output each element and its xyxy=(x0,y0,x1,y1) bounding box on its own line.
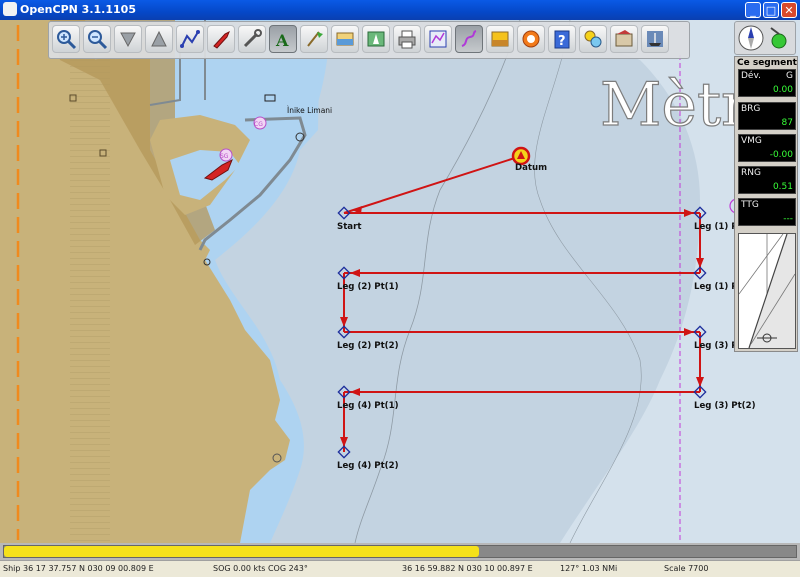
dashboard-cell-value: 87 xyxy=(781,118,793,128)
colorscheme-button[interactable] xyxy=(486,25,514,53)
dashboard-cell-dev: Dév. G 0.00 xyxy=(738,69,796,97)
settings-icon xyxy=(243,29,262,48)
plugin-icon xyxy=(584,30,602,48)
dashboard-cell-ttg: TTG --- xyxy=(738,198,796,226)
track-icon xyxy=(461,30,477,47)
dashboard-cell-value: --- xyxy=(783,214,793,224)
mark-button[interactable] xyxy=(300,25,328,53)
big-map-label: Mètr xyxy=(600,70,750,140)
zoom-in-icon xyxy=(57,30,77,50)
cdi-graphic xyxy=(739,234,795,348)
course-deviation-indicator xyxy=(738,233,796,349)
tide-icon xyxy=(336,32,354,46)
close-button[interactable]: ✕ xyxy=(781,2,797,18)
waypoint-label: Leg (3) Pt(2) xyxy=(694,401,756,411)
scale-in-button[interactable] xyxy=(114,25,142,53)
current-icon xyxy=(367,31,385,47)
chart-svg[interactable]: Ìnike Limani Mètr CG SG Datum Start Leg … xyxy=(0,20,800,543)
help-icon: ? xyxy=(554,30,570,49)
current-button[interactable] xyxy=(362,25,390,53)
scale-out-button[interactable] xyxy=(145,25,173,53)
waypoint-label: Leg (2) Pt(2) xyxy=(337,341,399,351)
mob-icon xyxy=(522,30,540,48)
gps-icon xyxy=(615,30,633,47)
dashboard-cell-label: RNG xyxy=(741,168,761,178)
dashboard-cell-value: 0.00 xyxy=(772,85,793,95)
svg-text:?: ? xyxy=(558,34,566,49)
dashboard-cell-unit: G xyxy=(786,71,793,81)
dashboard-cell-label: BRG xyxy=(741,104,761,114)
dashboard-cell-brg: BRG 87 xyxy=(738,102,796,130)
dashboard-title: Ce segment xyxy=(737,58,797,68)
tide-button[interactable] xyxy=(331,25,359,53)
maximize-button[interactable]: □ xyxy=(763,2,779,18)
zoom-in-button[interactable] xyxy=(52,25,80,53)
waypoint-label: Leg (2) Pt(1) xyxy=(337,282,399,292)
dashboard-cell-label: TTG xyxy=(741,200,759,210)
route-manager-button[interactable] xyxy=(424,25,452,53)
main-toolbar: A ? xyxy=(48,21,690,59)
follow-ship-icon xyxy=(213,30,230,49)
marina-label: CG xyxy=(254,121,263,128)
chart-canvas[interactable]: Ìnike Limani Mètr CG SG Datum Start Leg … xyxy=(0,20,800,543)
scale-in-icon xyxy=(120,32,136,48)
waypoint-label: Datum xyxy=(515,163,547,173)
scale-out-icon xyxy=(151,30,167,47)
waypoint-label: Leg (4) Pt(2) xyxy=(337,461,399,471)
minimize-button[interactable]: _ xyxy=(745,2,761,18)
marina2-label: SG xyxy=(220,153,229,160)
ship-plugin-icon xyxy=(647,31,663,47)
status-sog-cog: SOG 0.00 kts COG 243° xyxy=(213,564,308,573)
dashboard-cell-label: Dév. xyxy=(741,71,761,81)
compass-icon xyxy=(738,25,787,51)
progress-area xyxy=(0,543,800,560)
app-icon xyxy=(3,2,17,16)
print-button[interactable] xyxy=(393,25,421,53)
dashboard-cell-value: -0.00 xyxy=(769,150,793,160)
text-icon: A xyxy=(275,31,289,50)
window-title: OpenCPN 3.1.1105 xyxy=(20,3,136,16)
harbour-label: Ìnike Limani xyxy=(287,106,332,115)
progress-fill xyxy=(4,546,480,557)
route-button[interactable] xyxy=(176,25,204,53)
status-scale: Scale 7700 xyxy=(664,564,709,573)
text-button[interactable]: A xyxy=(269,25,297,53)
mark-icon xyxy=(307,31,323,47)
waypoint-label: Leg (4) Pt(1) xyxy=(337,401,399,411)
colorscheme-icon xyxy=(491,31,509,47)
zoom-out-icon xyxy=(88,30,108,50)
status-ship-position: Ship 36 17 37.757 N 030 09 00.809 E xyxy=(3,564,154,573)
title-bar: OpenCPN 3.1.1105 _ □ ✕ xyxy=(0,0,800,20)
dashboard-cell-vmg: VMG -0.00 xyxy=(738,134,796,162)
print-icon xyxy=(398,30,416,49)
gps-button[interactable] xyxy=(610,25,638,53)
route-icon xyxy=(180,30,200,48)
status-bearing-distance: 127° 1.03 NMi xyxy=(560,564,618,573)
dashboard-panel: Ce segment Dév. G 0.00 BRG 87 VMG -0.00 … xyxy=(734,56,798,352)
progress-track xyxy=(3,545,797,558)
plugin-button[interactable] xyxy=(579,25,607,53)
ship-plugin-button[interactable] xyxy=(641,25,669,53)
waypoint-label: Start xyxy=(337,222,361,232)
dashboard-cell-value: 0.51 xyxy=(772,182,793,192)
zoom-out-button[interactable] xyxy=(83,25,111,53)
compass-widget[interactable] xyxy=(734,21,796,55)
dashboard-cell-label: VMG xyxy=(741,136,762,146)
status-cursor-position: 36 16 59.882 N 030 10 00.897 E xyxy=(402,564,533,573)
settings-button[interactable] xyxy=(238,25,266,53)
help-button[interactable]: ? xyxy=(548,25,576,53)
mob-button[interactable] xyxy=(517,25,545,53)
status-bar: Ship 36 17 37.757 N 030 09 00.809 E SOG … xyxy=(0,560,800,577)
svg-text:A: A xyxy=(275,31,289,50)
track-button[interactable] xyxy=(455,25,483,53)
route-manager-icon xyxy=(429,30,447,48)
dashboard-cell-rng: RNG 0.51 xyxy=(738,166,796,194)
follow-ship-button[interactable] xyxy=(207,25,235,53)
